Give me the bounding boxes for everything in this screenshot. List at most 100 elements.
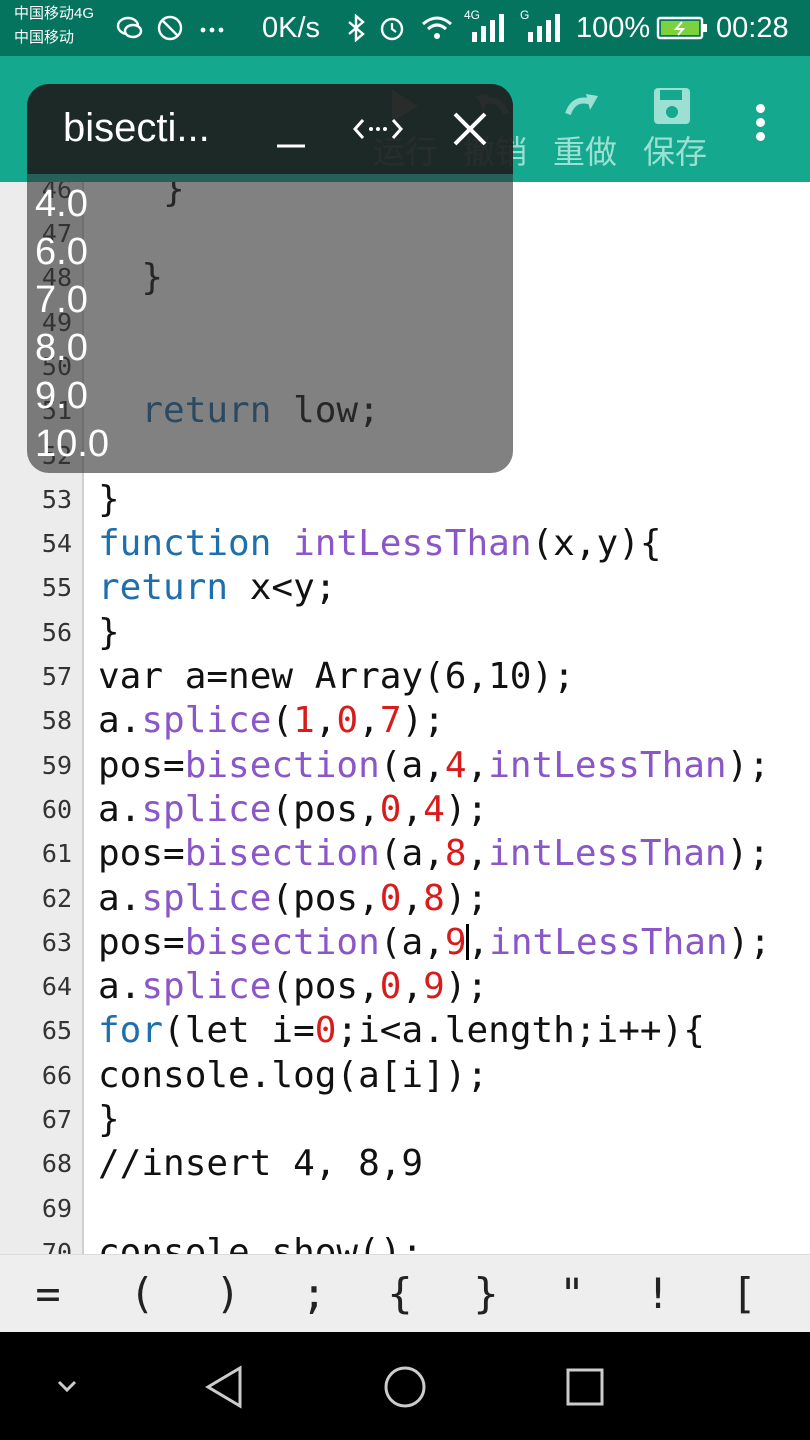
code-text: a.splice(pos,0,4); bbox=[98, 788, 489, 830]
code-text: a.splice(1,0,7); bbox=[98, 700, 445, 742]
code-text: pos=bisection(a,9,intLessThan); bbox=[98, 921, 771, 963]
wechat-icon bbox=[116, 16, 143, 39]
code-line: 67} bbox=[0, 1098, 810, 1142]
symbol-key[interactable]: ! bbox=[628, 1255, 688, 1333]
text-cursor bbox=[465, 923, 469, 960]
line-number: 62 bbox=[41, 883, 72, 913]
code-line: 63 pos=bisection(a,9,intLessThan); bbox=[0, 921, 810, 965]
console-output-line: 8.0 bbox=[35, 327, 88, 369]
code-text: } bbox=[98, 1099, 120, 1140]
battery-percent: 100% bbox=[576, 12, 651, 44]
redo-label: 重做 bbox=[552, 134, 617, 170]
code-line: 59 pos=bisection(a,4,intLessThan); bbox=[0, 744, 810, 788]
console-window[interactable]: bisecti... 4.0 6.0 7.0 8.0 9.0 10.0 bbox=[27, 84, 513, 473]
line-number: 67 bbox=[41, 1105, 72, 1134]
code-text: return x<y; bbox=[98, 567, 337, 609]
bluetooth-icon bbox=[348, 14, 365, 42]
no-disturb-icon bbox=[157, 15, 183, 41]
code-text: } bbox=[98, 611, 120, 653]
console-output-line: 6.0 bbox=[35, 231, 88, 273]
code-text: console.log(a[i]); bbox=[98, 1054, 489, 1096]
code-line: 57 var a=new Array(6,10); bbox=[0, 655, 810, 699]
redo-button[interactable]: 重做 bbox=[540, 84, 620, 180]
code-text: pos=bisection(a,8,intLessThan); bbox=[98, 833, 770, 875]
symbol-key[interactable]: { bbox=[370, 1255, 430, 1333]
symbol-bar: = ( ) ; { } " ! [ bbox=[0, 1254, 810, 1333]
network-speed: 0K/s bbox=[262, 12, 321, 44]
symbol-key[interactable]: ) bbox=[198, 1255, 258, 1333]
more-icon bbox=[200, 27, 224, 33]
home-icon[interactable] bbox=[380, 1362, 430, 1412]
symbol-key[interactable]: = bbox=[18, 1255, 78, 1333]
symbol-key[interactable]: [ bbox=[714, 1255, 774, 1333]
save-label: 保存 bbox=[642, 134, 707, 170]
minimize-button[interactable] bbox=[267, 106, 317, 152]
hide-keyboard-icon[interactable] bbox=[42, 1362, 92, 1412]
battery-icon bbox=[656, 16, 707, 40]
code-line: 53} bbox=[0, 478, 810, 522]
status-bar: 中国移动4G 中国移动 0K/s 4G G 100% 00:28 bbox=[0, 0, 810, 56]
line-number: 70 bbox=[41, 1237, 72, 1254]
line-number: 53 bbox=[41, 484, 72, 514]
code-line: 64 a.splice(pos,0,9); bbox=[0, 965, 810, 1009]
code-line: 70 console.show(); bbox=[0, 1231, 810, 1254]
console-output-line: 10.0 bbox=[35, 423, 109, 465]
code-line: 58 a.splice(1,0,7); bbox=[0, 699, 810, 743]
console-title: bisecti... bbox=[63, 106, 210, 150]
line-number: 69 bbox=[41, 1193, 72, 1223]
line-number: 60 bbox=[41, 794, 72, 824]
carrier-secondary: 中国移动 bbox=[14, 29, 75, 46]
console-output-line: 4.0 bbox=[35, 183, 88, 225]
code-line: 60 a.splice(pos,0,4); bbox=[0, 788, 810, 832]
close-button[interactable] bbox=[447, 106, 497, 152]
line-number: 58 bbox=[41, 706, 72, 736]
save-icon bbox=[654, 88, 690, 124]
line-number: 59 bbox=[41, 750, 72, 780]
line-number: 55 bbox=[41, 573, 72, 603]
symbol-key[interactable]: } bbox=[456, 1255, 516, 1333]
console-header[interactable]: bisecti... bbox=[27, 84, 513, 174]
code-line: 56} bbox=[0, 611, 810, 655]
close-icon bbox=[453, 112, 487, 146]
back-icon[interactable] bbox=[200, 1362, 250, 1412]
clock: 00:28 bbox=[716, 12, 789, 44]
code-text: } bbox=[98, 478, 120, 520]
minimize-icon bbox=[277, 144, 305, 148]
redo-icon bbox=[565, 94, 598, 116]
resize-button[interactable] bbox=[351, 106, 411, 152]
line-number: 64 bbox=[41, 972, 72, 1002]
code-text: function intLessThan(x,y){ bbox=[98, 523, 662, 565]
carrier-primary: 中国移动4G bbox=[14, 5, 95, 22]
recents-icon[interactable] bbox=[560, 1362, 610, 1412]
code-text: a.splice(pos,0,8); bbox=[98, 877, 489, 919]
code-line: 65 for(let i=0;i<a.length;i++){ bbox=[0, 1009, 810, 1053]
code-line: 55 return x<y; bbox=[0, 566, 810, 610]
line-number: 66 bbox=[41, 1060, 72, 1090]
wifi-icon bbox=[422, 16, 452, 39]
signal-icon bbox=[472, 14, 504, 42]
symbol-key[interactable]: ( bbox=[112, 1255, 172, 1333]
line-number: 61 bbox=[41, 839, 72, 869]
line-number: 63 bbox=[41, 927, 72, 957]
symbol-key[interactable]: ; bbox=[284, 1255, 344, 1333]
console-output: 4.0 6.0 7.0 8.0 9.0 10.0 bbox=[35, 180, 109, 468]
code-text: pos=bisection(a,4,intLessThan); bbox=[98, 744, 770, 786]
line-number: 54 bbox=[41, 529, 72, 559]
line-number: 56 bbox=[41, 617, 72, 647]
save-button[interactable]: 保存 bbox=[630, 84, 710, 180]
alarm-icon bbox=[380, 17, 404, 41]
line-number: 57 bbox=[41, 662, 72, 691]
signal-icon bbox=[528, 14, 560, 42]
code-line: 54 function intLessThan(x,y){ bbox=[0, 522, 810, 566]
navigation-bar bbox=[0, 1332, 810, 1440]
line-number: 65 bbox=[41, 1016, 72, 1046]
console-output-line: 9.0 bbox=[35, 375, 88, 417]
code-line: 66 console.log(a[i]); bbox=[0, 1054, 810, 1098]
code-text: //insert 4, 8,9 bbox=[98, 1143, 424, 1185]
code-text: console.show(); bbox=[98, 1231, 424, 1254]
symbol-key[interactable]: " bbox=[542, 1255, 602, 1333]
resize-icon bbox=[352, 119, 404, 139]
overflow-menu-icon[interactable] bbox=[748, 100, 772, 144]
code-text: for(let i=0;i<a.length;i++){ bbox=[98, 1010, 705, 1052]
line-number: 68 bbox=[41, 1149, 72, 1179]
